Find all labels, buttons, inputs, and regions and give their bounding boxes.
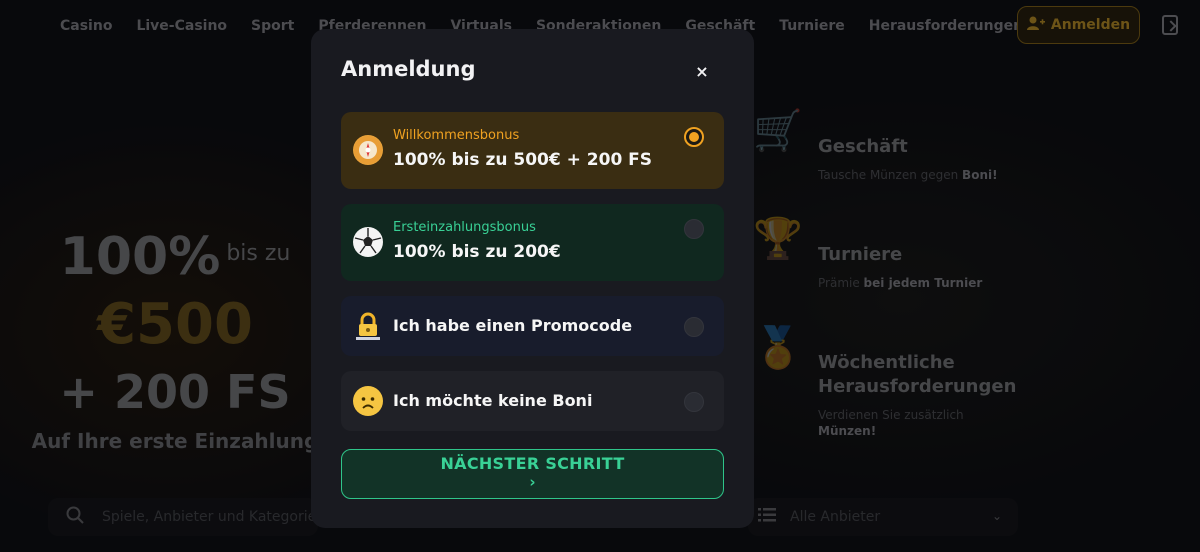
chevron-right-icon: › [529,473,536,491]
radio-no-bonus[interactable] [684,392,704,412]
radio-promocode[interactable] [684,317,704,337]
option-promocode[interactable]: Ich habe einen Promocode [341,296,724,356]
soccer-ball-icon [353,227,383,257]
next-step-button[interactable]: NÄCHSTER SCHRITT › [341,449,724,499]
next-step-label: NÄCHSTER SCHRITT [440,454,625,473]
close-icon[interactable]: × [689,59,715,85]
option-main-label: 100% bis zu 500€ + 200 FS [393,150,653,170]
sad-face-icon [353,386,383,416]
casino-chip-icon [353,135,383,165]
option-welcome-bonus[interactable]: Willkommensbonus 100% bis zu 500€ + 200 … [341,112,724,189]
option-small-label: Ersteinzahlungsbonus [393,220,536,235]
option-main-label: Ich habe einen Promocode [393,316,633,335]
radio-welcome-bonus[interactable] [684,127,704,147]
option-first-deposit-bonus[interactable]: Ersteinzahlungsbonus 100% bis zu 200€ [341,204,724,281]
option-no-bonus[interactable]: Ich möchte keine Boni [341,371,724,431]
radio-first-deposit-bonus[interactable] [684,219,704,239]
option-small-label: Willkommensbonus [393,128,520,143]
modal-title: Anmeldung [341,57,476,81]
lock-icon [353,311,383,341]
signup-modal: Anmeldung × Willkommensbonus 100% bis zu… [311,29,754,528]
option-main-label: 100% bis zu 200€ [393,242,561,262]
option-main-label: Ich möchte keine Boni [393,391,593,410]
